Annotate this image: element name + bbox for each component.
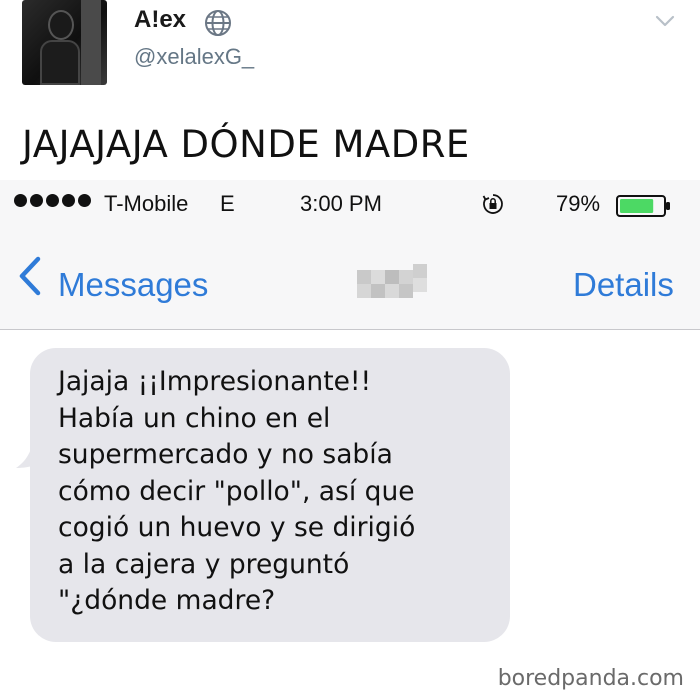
status-time: 3:00 PM (300, 191, 382, 216)
back-chevron-icon[interactable] (16, 254, 44, 298)
embedded-screenshot: T-Mobile E 3:00 PM 79% Messages Details … (0, 180, 700, 700)
globe-icon (205, 10, 231, 36)
chevron-down-icon[interactable] (654, 10, 676, 32)
nav-bar: Messages Details (0, 228, 700, 330)
battery-percentage: 79% (556, 191, 601, 216)
user-handle[interactable]: @xelalexG_ (134, 44, 254, 70)
carrier-name: T-Mobile (104, 191, 189, 216)
tweet-header: A!ex @xelalexG_ (0, 0, 700, 100)
battery-icon (616, 195, 670, 217)
status-bar: T-Mobile E 3:00 PM 79% (0, 180, 700, 228)
tweet-text: JAJAJAJA DÓNDE MADRE (22, 123, 470, 166)
rotation-lock-icon (482, 194, 503, 214)
message-text: Jajaja ¡¡Impresionante!! Había un chino … (58, 366, 416, 616)
contact-name-blurred (357, 264, 427, 298)
avatar[interactable] (22, 0, 107, 85)
display-name[interactable]: A!ex (134, 6, 186, 34)
signal-strength-icon (14, 194, 91, 207)
network-type: E (220, 191, 235, 216)
details-button[interactable]: Details (573, 266, 674, 304)
watermark: boredpanda.com (497, 666, 684, 691)
back-button[interactable]: Messages (58, 266, 208, 304)
